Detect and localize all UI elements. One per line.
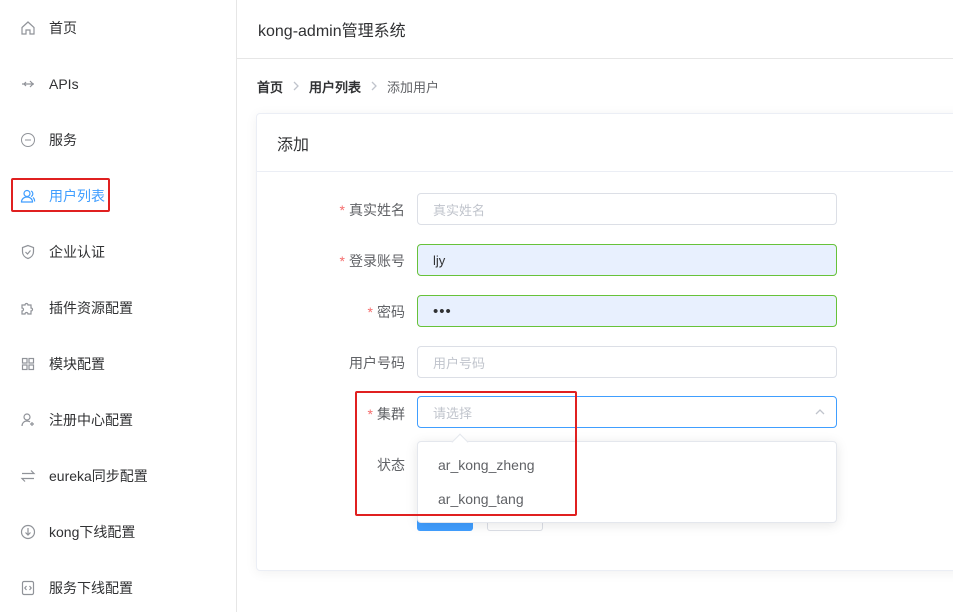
card-header: 添加 [257,114,953,172]
breadcrumb-current: 添加用户 [387,80,440,95]
password-label: * 密码 [367,304,405,320]
sidebar-item-kong-offline[interactable]: kong下线配置 [0,504,236,560]
breadcrumb-home[interactable]: 首页 [257,77,283,96]
sidebar-item-home[interactable]: 首页 [0,0,236,56]
sidebar-item-service[interactable]: 服务 [0,112,236,168]
home-icon [19,19,37,37]
account-label: * 登录账号 [339,253,405,269]
user-number-input[interactable]: 用户号码 [417,346,837,378]
sidebar-item-label: 注册中心配置 [49,412,133,428]
user-plus-icon [19,411,37,429]
sidebar-item-label: 服务 [49,132,77,148]
sidebar-item-registry-config[interactable]: 注册中心配置 [0,392,236,448]
sidebar: 首页 APIs 服务 用户列表 企业认证 插件资源配置 模块配置 注册中心配置 … [0,0,237,612]
puzzle-icon [19,299,37,317]
sidebar-item-label: 首页 [49,20,77,36]
code-file-icon [19,579,37,597]
sidebar-item-enterprise-auth[interactable]: 企业认证 [0,224,236,280]
sidebar-item-plugin-config[interactable]: 插件资源配置 [0,280,236,336]
sidebar-item-service-offline[interactable]: 服务下线配置 [0,560,236,616]
chevron-right-icon [370,80,378,94]
chevron-up-icon [814,406,826,418]
sidebar-item-label: kong下线配置 [49,524,136,540]
service-icon [19,131,37,149]
app-header: kong-admin管理系统 [237,0,953,59]
sidebar-item-label: 模块配置 [49,356,105,372]
user-number-label: 用户号码 [349,355,405,371]
real-name-input[interactable]: 真实姓名 [417,193,837,225]
sidebar-item-label: APIs [49,76,79,92]
sidebar-item-label: eureka同步配置 [49,468,148,484]
annotation-highlight-cluster [355,391,577,516]
breadcrumb-user-list[interactable]: 用户列表 [309,77,361,96]
sync-arrows-icon [19,467,37,485]
sidebar-item-module-config[interactable]: 模块配置 [0,336,236,392]
shield-check-icon [19,243,37,261]
real-name-label: * 真实姓名 [339,202,405,218]
account-input[interactable]: ljy [417,244,837,276]
api-icon [19,75,37,93]
chevron-right-icon [292,80,300,94]
breadcrumb: 首页 用户列表 添加用户 [257,77,439,96]
sidebar-item-label: 服务下线配置 [49,580,133,596]
grid-icon [19,355,37,373]
app-title: kong-admin管理系统 [258,23,406,40]
annotation-highlight-user-list [11,178,110,212]
sidebar-item-label: 企业认证 [49,244,105,260]
download-circle-icon [19,523,37,541]
sidebar-item-eureka-sync[interactable]: eureka同步配置 [0,448,236,504]
sidebar-item-label: 插件资源配置 [49,300,133,316]
sidebar-item-apis[interactable]: APIs [0,56,236,112]
password-input[interactable]: ••• [417,295,837,327]
card-title: 添加 [277,136,310,154]
